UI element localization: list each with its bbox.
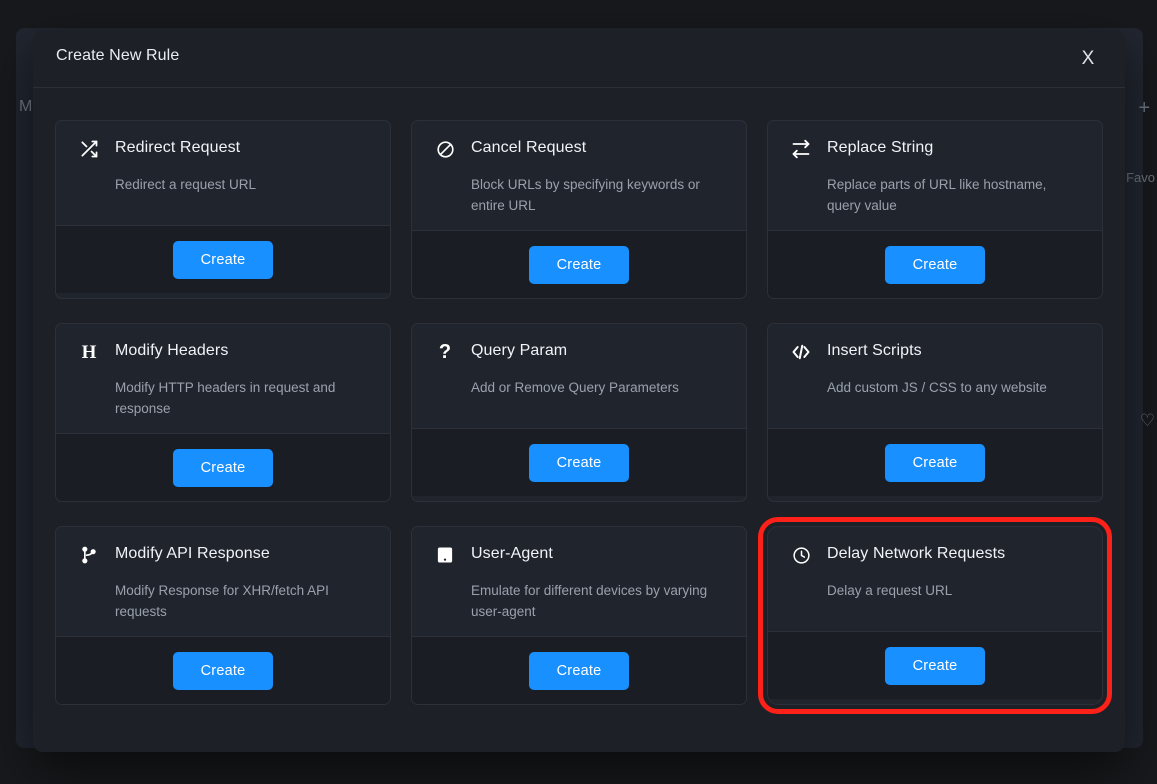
- card-footer: Create: [56, 433, 390, 501]
- modal-body: Redirect Request Redirect a request URL Cr…: [33, 88, 1125, 735]
- card-head: Delay Network Requests: [790, 543, 1080, 566]
- card-top: Modify API Response Modify Response for X…: [56, 527, 390, 636]
- device-tablet-icon: [434, 544, 456, 566]
- card-top: ? Query Param Add or Remove Query Paramete…: [412, 324, 746, 428]
- rule-card-user-agent[interactable]: User-Agent Emulate for different devices …: [411, 526, 747, 705]
- card-top: Cancel Request Block URLs by specifying k…: [412, 121, 746, 230]
- heart-icon[interactable]: ♡: [1140, 412, 1155, 429]
- rule-card-delay-network-requests[interactable]: Delay Network Requests Delay a request UR…: [758, 517, 1112, 714]
- card-description: Emulate for different devices by varying…: [471, 583, 708, 619]
- card-description: Block URLs by specifying keywords or ent…: [471, 177, 700, 213]
- card-title: Modify API Response: [115, 545, 270, 562]
- card-description: Redirect a request URL: [115, 177, 257, 192]
- add-icon[interactable]: +: [1138, 98, 1150, 118]
- letter-h-icon: H: [81, 341, 97, 363]
- card-title: Replace String: [827, 139, 934, 156]
- swap-arrows-icon: [790, 138, 812, 160]
- card-footer: Create: [768, 428, 1102, 496]
- card-footer: Create: [56, 636, 390, 704]
- create-button[interactable]: Create: [172, 240, 274, 279]
- card-top: Delay Network Requests Delay a request UR…: [768, 527, 1102, 631]
- clock-icon: [790, 544, 812, 566]
- rule-card-insert-scripts[interactable]: Insert Scripts Add custom JS / CSS to any…: [767, 323, 1103, 502]
- create-button[interactable]: Create: [172, 448, 274, 487]
- rule-card-query-param[interactable]: ? Query Param Add or Remove Query Paramete…: [411, 323, 747, 502]
- rule-card-redirect-request[interactable]: Redirect Request Redirect a request URL Cr…: [55, 120, 391, 299]
- card-description: Replace parts of URL like hostname, quer…: [827, 177, 1047, 213]
- create-new-rule-modal: Create New Rule X Redirect Request Redire…: [33, 30, 1125, 752]
- card-top: Insert Scripts Add custom JS / CSS to any…: [768, 324, 1102, 428]
- rule-card-modify-headers[interactable]: H Modify Headers Modify HTTP headers in re…: [55, 323, 391, 502]
- modal-title: Create New Rule: [56, 47, 180, 64]
- card-title: Insert Scripts: [827, 342, 922, 359]
- card-title: User-Agent: [471, 545, 553, 562]
- create-button[interactable]: Create: [528, 443, 630, 482]
- card-title: Query Param: [471, 342, 568, 359]
- card-head: Redirect Request: [78, 137, 368, 160]
- modal-header: Create New Rule X: [33, 30, 1125, 88]
- card-top: H Modify Headers Modify HTTP headers in re…: [56, 324, 390, 433]
- card-head: User-Agent: [434, 543, 724, 566]
- card-footer: Create: [412, 636, 746, 704]
- create-button[interactable]: Create: [528, 245, 630, 284]
- git-branch-icon: [78, 544, 100, 566]
- card-footer: Create: [56, 225, 390, 293]
- card-title: Cancel Request: [471, 139, 587, 156]
- code-brackets-icon: [790, 341, 812, 363]
- card-head: Cancel Request: [434, 137, 724, 160]
- card-footer: Create: [768, 230, 1102, 298]
- rule-card-cancel-request[interactable]: Cancel Request Block URLs by specifying k…: [411, 120, 747, 299]
- card-head: H Modify Headers: [78, 340, 368, 363]
- card-description: Add or Remove Query Parameters: [471, 380, 679, 395]
- card-footer: Create: [412, 428, 746, 496]
- card-top: Replace String Replace parts of URL like …: [768, 121, 1102, 230]
- card-head: Modify API Response: [78, 543, 368, 566]
- card-head: Insert Scripts: [790, 340, 1080, 363]
- card-head: ? Query Param: [434, 340, 724, 363]
- background-menu-label: M: [19, 98, 33, 115]
- create-button[interactable]: Create: [172, 651, 274, 690]
- favorites-label: Favo: [1126, 170, 1155, 185]
- create-button[interactable]: Create: [884, 646, 986, 685]
- card-title: Modify Headers: [115, 342, 229, 359]
- close-icon[interactable]: X: [1073, 44, 1103, 74]
- card-footer: Create: [768, 631, 1102, 699]
- card-description: Add custom JS / CSS to any website: [827, 380, 1047, 395]
- rule-type-grid: Redirect Request Redirect a request URL Cr…: [55, 120, 1112, 714]
- card-description: Modify Response for XHR/fetch API reques…: [115, 583, 329, 619]
- card-title: Redirect Request: [115, 139, 241, 156]
- create-button[interactable]: Create: [884, 245, 986, 284]
- card-title: Delay Network Requests: [827, 545, 1006, 562]
- card-head: Replace String: [790, 137, 1080, 160]
- question-mark-icon: ?: [438, 341, 452, 363]
- card-description: Modify HTTP headers in request and respo…: [115, 380, 336, 416]
- block-icon: [434, 138, 456, 160]
- create-button[interactable]: Create: [884, 443, 986, 482]
- card-top: User-Agent Emulate for different devices …: [412, 527, 746, 636]
- shuffle-icon: [78, 138, 100, 160]
- card-top: Redirect Request Redirect a request URL: [56, 121, 390, 225]
- card-description: Delay a request URL: [827, 583, 953, 598]
- rule-card-replace-string[interactable]: Replace String Replace parts of URL like …: [767, 120, 1103, 299]
- create-button[interactable]: Create: [528, 651, 630, 690]
- rule-card-modify-api-response[interactable]: Modify API Response Modify Response for X…: [55, 526, 391, 705]
- card-footer: Create: [412, 230, 746, 298]
